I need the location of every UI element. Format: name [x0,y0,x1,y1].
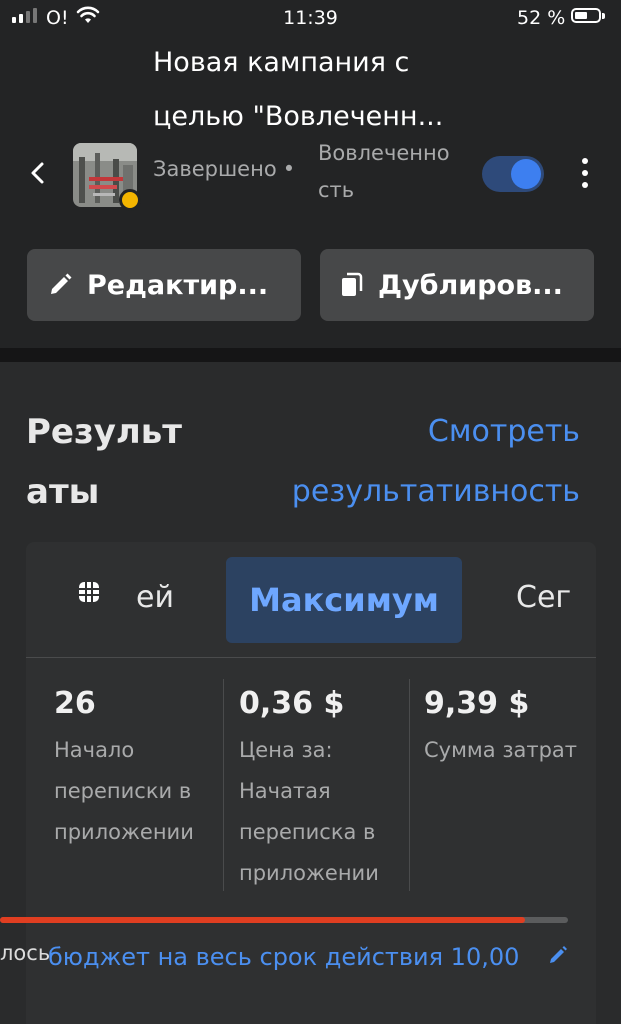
battery-percent: 52 % [517,7,566,29]
metric-value: 0,36 $ [239,686,345,721]
metric-label: Цена за: Начатая переписка в приложении [239,738,379,885]
page-title: Новая кампания с целью "Вовлеченн... [153,47,444,132]
pencil-icon[interactable] [547,944,569,966]
meta-bullet: • [282,157,296,181]
view-performance-link[interactable]: Смотреть результативность [270,402,580,522]
duplicate-button[interactable]: Дублиров... [320,249,594,321]
metric-value: 9,39 $ [424,686,530,721]
tab-breakdown[interactable]: ей [136,580,174,615]
copy-icon [342,272,363,296]
pencil-icon [51,273,72,294]
more-vertical-icon[interactable] [574,155,596,191]
edit-button-label: Редактир... [87,269,269,301]
budget-progress-fill [0,917,525,923]
grid-icon [79,582,99,602]
metric-separator [223,679,224,891]
chevron-left-icon[interactable] [24,156,50,190]
status-dot [119,189,141,211]
section-divider [0,348,621,362]
campaign-objective: Вовлеченно сть [318,141,450,202]
metric-label: Начало переписки в приложении [54,738,194,844]
campaign-toggle[interactable] [482,156,544,192]
metric-value: 26 [54,686,96,721]
battery-tip [602,13,605,19]
metric-separator [409,679,410,891]
status-bar: O! 11:39 52 % [0,0,621,36]
duplicate-button-label: Дублиров... [378,269,563,301]
tab-maximum[interactable]: Максимум [226,557,462,643]
campaign-meta: Завершено • [153,157,301,181]
spent-label: лось [0,941,51,965]
results-heading: Результ аты [26,412,183,512]
card-divider [26,657,596,658]
edit-button[interactable]: Редактир... [27,249,301,321]
campaign-status: Завершено [153,157,277,181]
budget-link[interactable]: бюджет на весь срок действия 10,00 [48,943,519,971]
battery-icon [571,8,601,23]
metric-label: Сумма затрат [424,738,578,762]
tab-segment[interactable]: Сег [516,580,571,615]
toggle-knob [511,159,541,189]
